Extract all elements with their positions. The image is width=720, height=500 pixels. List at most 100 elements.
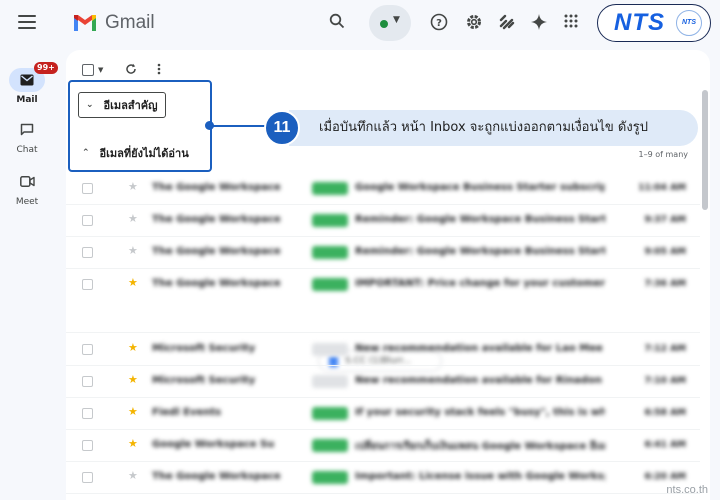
step-callout: เมื่อบันทึกแล้ว หน้า Inbox จะถูกแบ่งออกต…	[289, 110, 698, 146]
row-checkbox[interactable]	[82, 247, 93, 258]
row-subject: Reminder: Google Workspace Business Star…	[355, 214, 605, 225]
row-label-chip	[312, 343, 348, 356]
row-time: 7:12 AM	[644, 344, 686, 354]
gemini-icon[interactable]	[529, 13, 549, 33]
table-row[interactable]: ★ Microsoft Security New recommendation av…	[66, 366, 700, 398]
star-icon[interactable]: ★	[128, 373, 138, 386]
row-sender: The Google Workspace	[152, 471, 281, 482]
rail-label-chat: Chat	[16, 145, 38, 155]
callout-connector	[210, 125, 272, 127]
row-sender: Microsoft Security	[152, 375, 256, 386]
table-row[interactable]: ★ Microsoft Security New recommendation av…	[66, 334, 700, 366]
row-sender: Fiedl Events	[152, 407, 222, 418]
table-row[interactable]: ★ The Google Workspace IMPORTANT: Price ch…	[66, 269, 700, 333]
step-callout-text: เมื่อบันทึกแล้ว หน้า Inbox จะถูกแบ่งออกต…	[319, 120, 648, 135]
table-row[interactable]: ★ The Google Workspace Reminder: Google Wo…	[66, 237, 700, 269]
star-icon[interactable]: ★	[128, 244, 138, 257]
row-subject: IMPORTANT: Price change for your custome…	[355, 278, 605, 289]
status-selector[interactable]: ▼	[369, 5, 411, 41]
row-label-chip	[312, 375, 348, 388]
row-label-chip	[312, 278, 348, 291]
brand-name: NTS	[614, 9, 665, 36]
menu-icon[interactable]	[18, 15, 36, 29]
star-icon[interactable]: ★	[128, 180, 138, 193]
table-row[interactable]: ★ The Google Workspace Google Workspace Bu…	[66, 173, 700, 205]
row-time: 6:41 AM	[644, 440, 686, 450]
row-label-chip	[312, 182, 348, 195]
callout-anchor-dot	[205, 121, 214, 130]
refresh-icon[interactable]	[125, 63, 137, 78]
step-number-badge: 11	[264, 110, 300, 146]
star-icon[interactable]: ★	[128, 341, 138, 354]
rail-item-mail[interactable]: 99+ Mail	[0, 62, 58, 105]
row-checkbox[interactable]	[82, 472, 93, 483]
brand-circle-logo: NTS	[676, 10, 702, 36]
row-label-chip	[312, 471, 348, 484]
row-label-chip	[312, 407, 348, 420]
apps-script-icon[interactable]	[497, 13, 517, 33]
gmail-logo[interactable]: Gmail	[72, 12, 155, 34]
row-time: 7:10 AM	[644, 376, 686, 386]
row-sender: Google Workspace Su	[152, 439, 275, 450]
table-row[interactable]: ★ Fiedl Events If your security stack feel…	[66, 398, 700, 430]
more-options-icon[interactable]	[157, 63, 161, 78]
row-subject: เปลี่ยนการเรียกเก็บเงินแพลน Google Works…	[355, 441, 605, 452]
rail-item-chat[interactable]: Chat	[0, 118, 54, 155]
star-icon[interactable]: ★	[128, 469, 138, 482]
row-checkbox[interactable]	[82, 344, 93, 355]
unread-count-badge: 99+	[34, 62, 58, 74]
select-all-checkbox[interactable]	[82, 64, 94, 76]
table-row[interactable]: ★ The Google Workspace Important: License …	[66, 462, 700, 494]
row-label-chip	[312, 214, 348, 227]
row-sender: The Google Workspace	[152, 278, 281, 289]
rail-label-mail: Mail	[16, 95, 38, 105]
select-dropdown-icon[interactable]: ▼	[98, 66, 103, 74]
search-icon[interactable]	[327, 13, 347, 33]
table-row[interactable]: ★ Google Workspace Su เปลี่ยนการเรียกเก็บเ…	[66, 430, 700, 462]
row-checkbox[interactable]	[82, 279, 93, 290]
row-time: 11:04 AM	[638, 183, 686, 193]
row-sender: The Google Workspace	[152, 246, 281, 257]
row-time: 6:58 AM	[644, 408, 686, 418]
table-row[interactable]: ★ The Google Workspace Reminder: Google Wo…	[66, 205, 700, 237]
row-sender: Microsoft Security	[152, 343, 256, 354]
video-camera-icon	[9, 170, 45, 194]
app-name: Gmail	[105, 12, 155, 33]
status-dot	[380, 20, 388, 28]
mail-icon: 99+	[9, 62, 58, 92]
pagination-count: 1–9 of many	[638, 150, 688, 159]
apps-grid-icon[interactable]	[561, 13, 581, 33]
top-bar: Gmail ▼ ? NTS NTS	[0, 0, 720, 48]
row-checkbox[interactable]	[82, 215, 93, 226]
rail-item-meet[interactable]: Meet	[0, 170, 54, 207]
star-icon[interactable]: ★	[128, 276, 138, 289]
star-icon[interactable]: ★	[128, 405, 138, 418]
row-subject: New recommendation available for Rinadon	[355, 375, 602, 386]
row-checkbox[interactable]	[82, 408, 93, 419]
row-time: 6:20 AM	[644, 472, 686, 482]
row-subject: Google Workspace Business Starter subscr…	[355, 182, 605, 193]
row-checkbox[interactable]	[82, 183, 93, 194]
scrollbar[interactable]	[702, 90, 708, 210]
row-label-chip	[312, 246, 348, 259]
star-icon[interactable]: ★	[128, 437, 138, 450]
row-time: 7:36 AM	[644, 279, 686, 289]
row-subject: Important: License issue with Google Wor…	[355, 471, 605, 482]
help-icon[interactable]: ?	[429, 13, 449, 33]
row-subject: Reminder: Google Workspace Business Star…	[355, 246, 605, 257]
highlight-box	[68, 80, 212, 172]
rail-label-meet: Meet	[15, 197, 39, 207]
svg-text:?: ?	[436, 18, 442, 29]
row-sender: The Google Workspace	[152, 182, 281, 193]
row-checkbox[interactable]	[82, 440, 93, 451]
account-brand-logo[interactable]: NTS NTS	[597, 4, 711, 42]
chevron-down-icon: ▼	[393, 15, 400, 25]
star-icon[interactable]: ★	[128, 212, 138, 225]
watermark: nts.co.th	[666, 484, 708, 496]
row-sender: The Google Workspace	[152, 214, 281, 225]
row-time: 9:05 AM	[644, 247, 686, 257]
row-checkbox[interactable]	[82, 376, 93, 387]
settings-icon[interactable]	[464, 13, 484, 33]
row-subject: New recommendation available for Lao Mee	[355, 343, 603, 354]
row-time: 9:37 AM	[644, 215, 686, 225]
